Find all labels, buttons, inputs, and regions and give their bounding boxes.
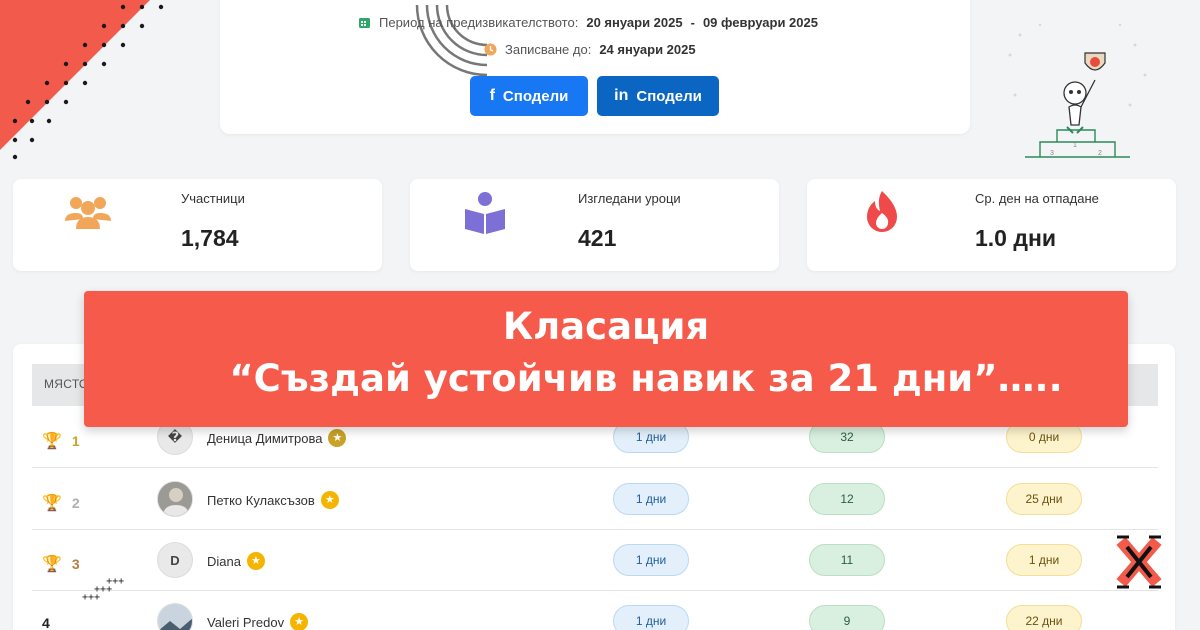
place-cell: 🏆 3 bbox=[42, 554, 80, 574]
star-badge-icon: ★ bbox=[290, 613, 309, 630]
avatar bbox=[157, 603, 193, 630]
star-badge-icon: ★ bbox=[246, 552, 265, 570]
extra-pill: 22 дни bbox=[1006, 605, 1082, 630]
linkedin-icon: in bbox=[614, 87, 629, 104]
svg-text:2: 2 bbox=[1098, 150, 1102, 157]
place-number: 1 bbox=[71, 433, 80, 449]
score-pill: 11 bbox=[809, 544, 885, 576]
period-start: 20 януари 2025 bbox=[586, 15, 683, 30]
stat-card-lessons: Изгледани уроци 421 bbox=[410, 179, 779, 271]
enrollment-deadline: Записване до: 24 януари 2025 bbox=[484, 42, 696, 57]
user-photo bbox=[158, 482, 192, 516]
extra-pill: 1 дни bbox=[1006, 544, 1082, 576]
participant-name-cell: Петко Кулаксъзов ★ bbox=[207, 491, 339, 509]
score-pill: 12 bbox=[809, 483, 885, 515]
participant-name[interactable]: Valeri Predov bbox=[207, 615, 284, 630]
participant-name[interactable]: Деница Димитрова bbox=[207, 431, 322, 446]
facebook-share-button[interactable]: f Сподели bbox=[470, 76, 588, 116]
bronze-trophy-icon: 🏆 bbox=[42, 556, 62, 573]
place-cell: 🏆 2 bbox=[42, 493, 80, 513]
people-icon bbox=[65, 197, 111, 229]
participant-name[interactable]: Петко Кулаксъзов bbox=[207, 493, 315, 508]
stat-label: Изгледани уроци bbox=[578, 191, 681, 206]
avatar: D bbox=[157, 542, 193, 578]
user-photo bbox=[158, 604, 192, 630]
table-row: 🏆 2 Петко Кулаксъзов ★ 1 дни 12 25 дни bbox=[32, 469, 1158, 530]
book-reader-icon bbox=[465, 192, 505, 234]
enrollment-date: 24 януари 2025 bbox=[599, 42, 696, 57]
svg-text:1: 1 bbox=[1073, 142, 1077, 149]
brand-logo bbox=[1116, 535, 1162, 589]
avatar bbox=[157, 481, 193, 517]
days-pill: 1 дни bbox=[613, 483, 689, 515]
period-label: Период на предизвикателството: bbox=[379, 15, 579, 30]
score-pill: 9 bbox=[809, 605, 885, 630]
stat-label: Участници bbox=[181, 191, 245, 206]
table-row: 4 Valeri Predov ★ 1 дни 9 22 дни bbox=[32, 591, 1158, 630]
facebook-share-label: Сподели bbox=[502, 87, 569, 105]
stat-card-participants: Участници 1,784 bbox=[13, 179, 382, 271]
participant-name[interactable]: Diana bbox=[207, 554, 241, 569]
stat-value: 421 bbox=[578, 225, 617, 251]
place-number: 2 bbox=[71, 495, 80, 511]
place-number: 4 bbox=[42, 615, 50, 630]
facebook-icon: f bbox=[489, 87, 495, 104]
fire-icon bbox=[867, 191, 897, 232]
days-pill: 1 дни bbox=[613, 544, 689, 576]
star-badge-icon: ★ bbox=[320, 491, 339, 509]
place-cell: 4 bbox=[42, 615, 50, 630]
linkedin-share-button[interactable]: in Сподели bbox=[597, 76, 719, 116]
participant-name-cell: Diana ★ bbox=[207, 552, 265, 570]
stat-value: 1,784 bbox=[181, 225, 239, 251]
svg-text:3: 3 bbox=[1050, 150, 1054, 157]
stat-card-dropout: Ср. ден на отпадане 1.0 дни bbox=[807, 179, 1176, 271]
period-separator: - bbox=[690, 15, 695, 30]
extra-pill: 25 дни bbox=[1006, 483, 1082, 515]
place-number: 3 bbox=[71, 556, 80, 572]
enrollment-label: Записване до: bbox=[505, 42, 592, 57]
table-row: 🏆 3 D Diana ★ 1 дни 11 1 дни bbox=[32, 530, 1158, 591]
star-badge-icon: ★ bbox=[328, 429, 347, 447]
challenge-period: Период на предизвикателството: 20 януари… bbox=[358, 15, 818, 30]
gold-trophy-icon: 🏆 bbox=[42, 433, 62, 450]
plus-pattern-decoration: +++ +++ +++ bbox=[82, 576, 125, 603]
stat-value: 1.0 дни bbox=[975, 225, 1056, 251]
period-end: 09 февруари 2025 bbox=[702, 15, 818, 30]
dot-pattern bbox=[12, 4, 164, 160]
banner-title: Класация bbox=[502, 305, 710, 348]
silver-trophy-icon: 🏆 bbox=[42, 495, 62, 512]
stat-label: Ср. ден на отпадане bbox=[975, 191, 1099, 206]
days-pill: 1 дни bbox=[613, 605, 689, 630]
participant-name-cell: Деница Димитрова ★ bbox=[207, 429, 347, 447]
clock-icon bbox=[484, 43, 497, 56]
linkedin-share-label: Сподели bbox=[636, 87, 702, 105]
participant-name-cell: Valeri Predov ★ bbox=[207, 613, 309, 630]
calendar-icon bbox=[359, 18, 370, 28]
leaderboard-title-banner: Класация “Създай устойчив навик за 21 дн… bbox=[84, 291, 1128, 427]
place-cell: 🏆 1 bbox=[42, 431, 80, 451]
trophy-robot-illustration: 3 1 2 bbox=[1008, 23, 1147, 158]
banner-subtitle: “Създай устойчив навик за 21 дни”….. bbox=[229, 357, 1063, 400]
column-place: МЯСТО bbox=[44, 377, 89, 391]
